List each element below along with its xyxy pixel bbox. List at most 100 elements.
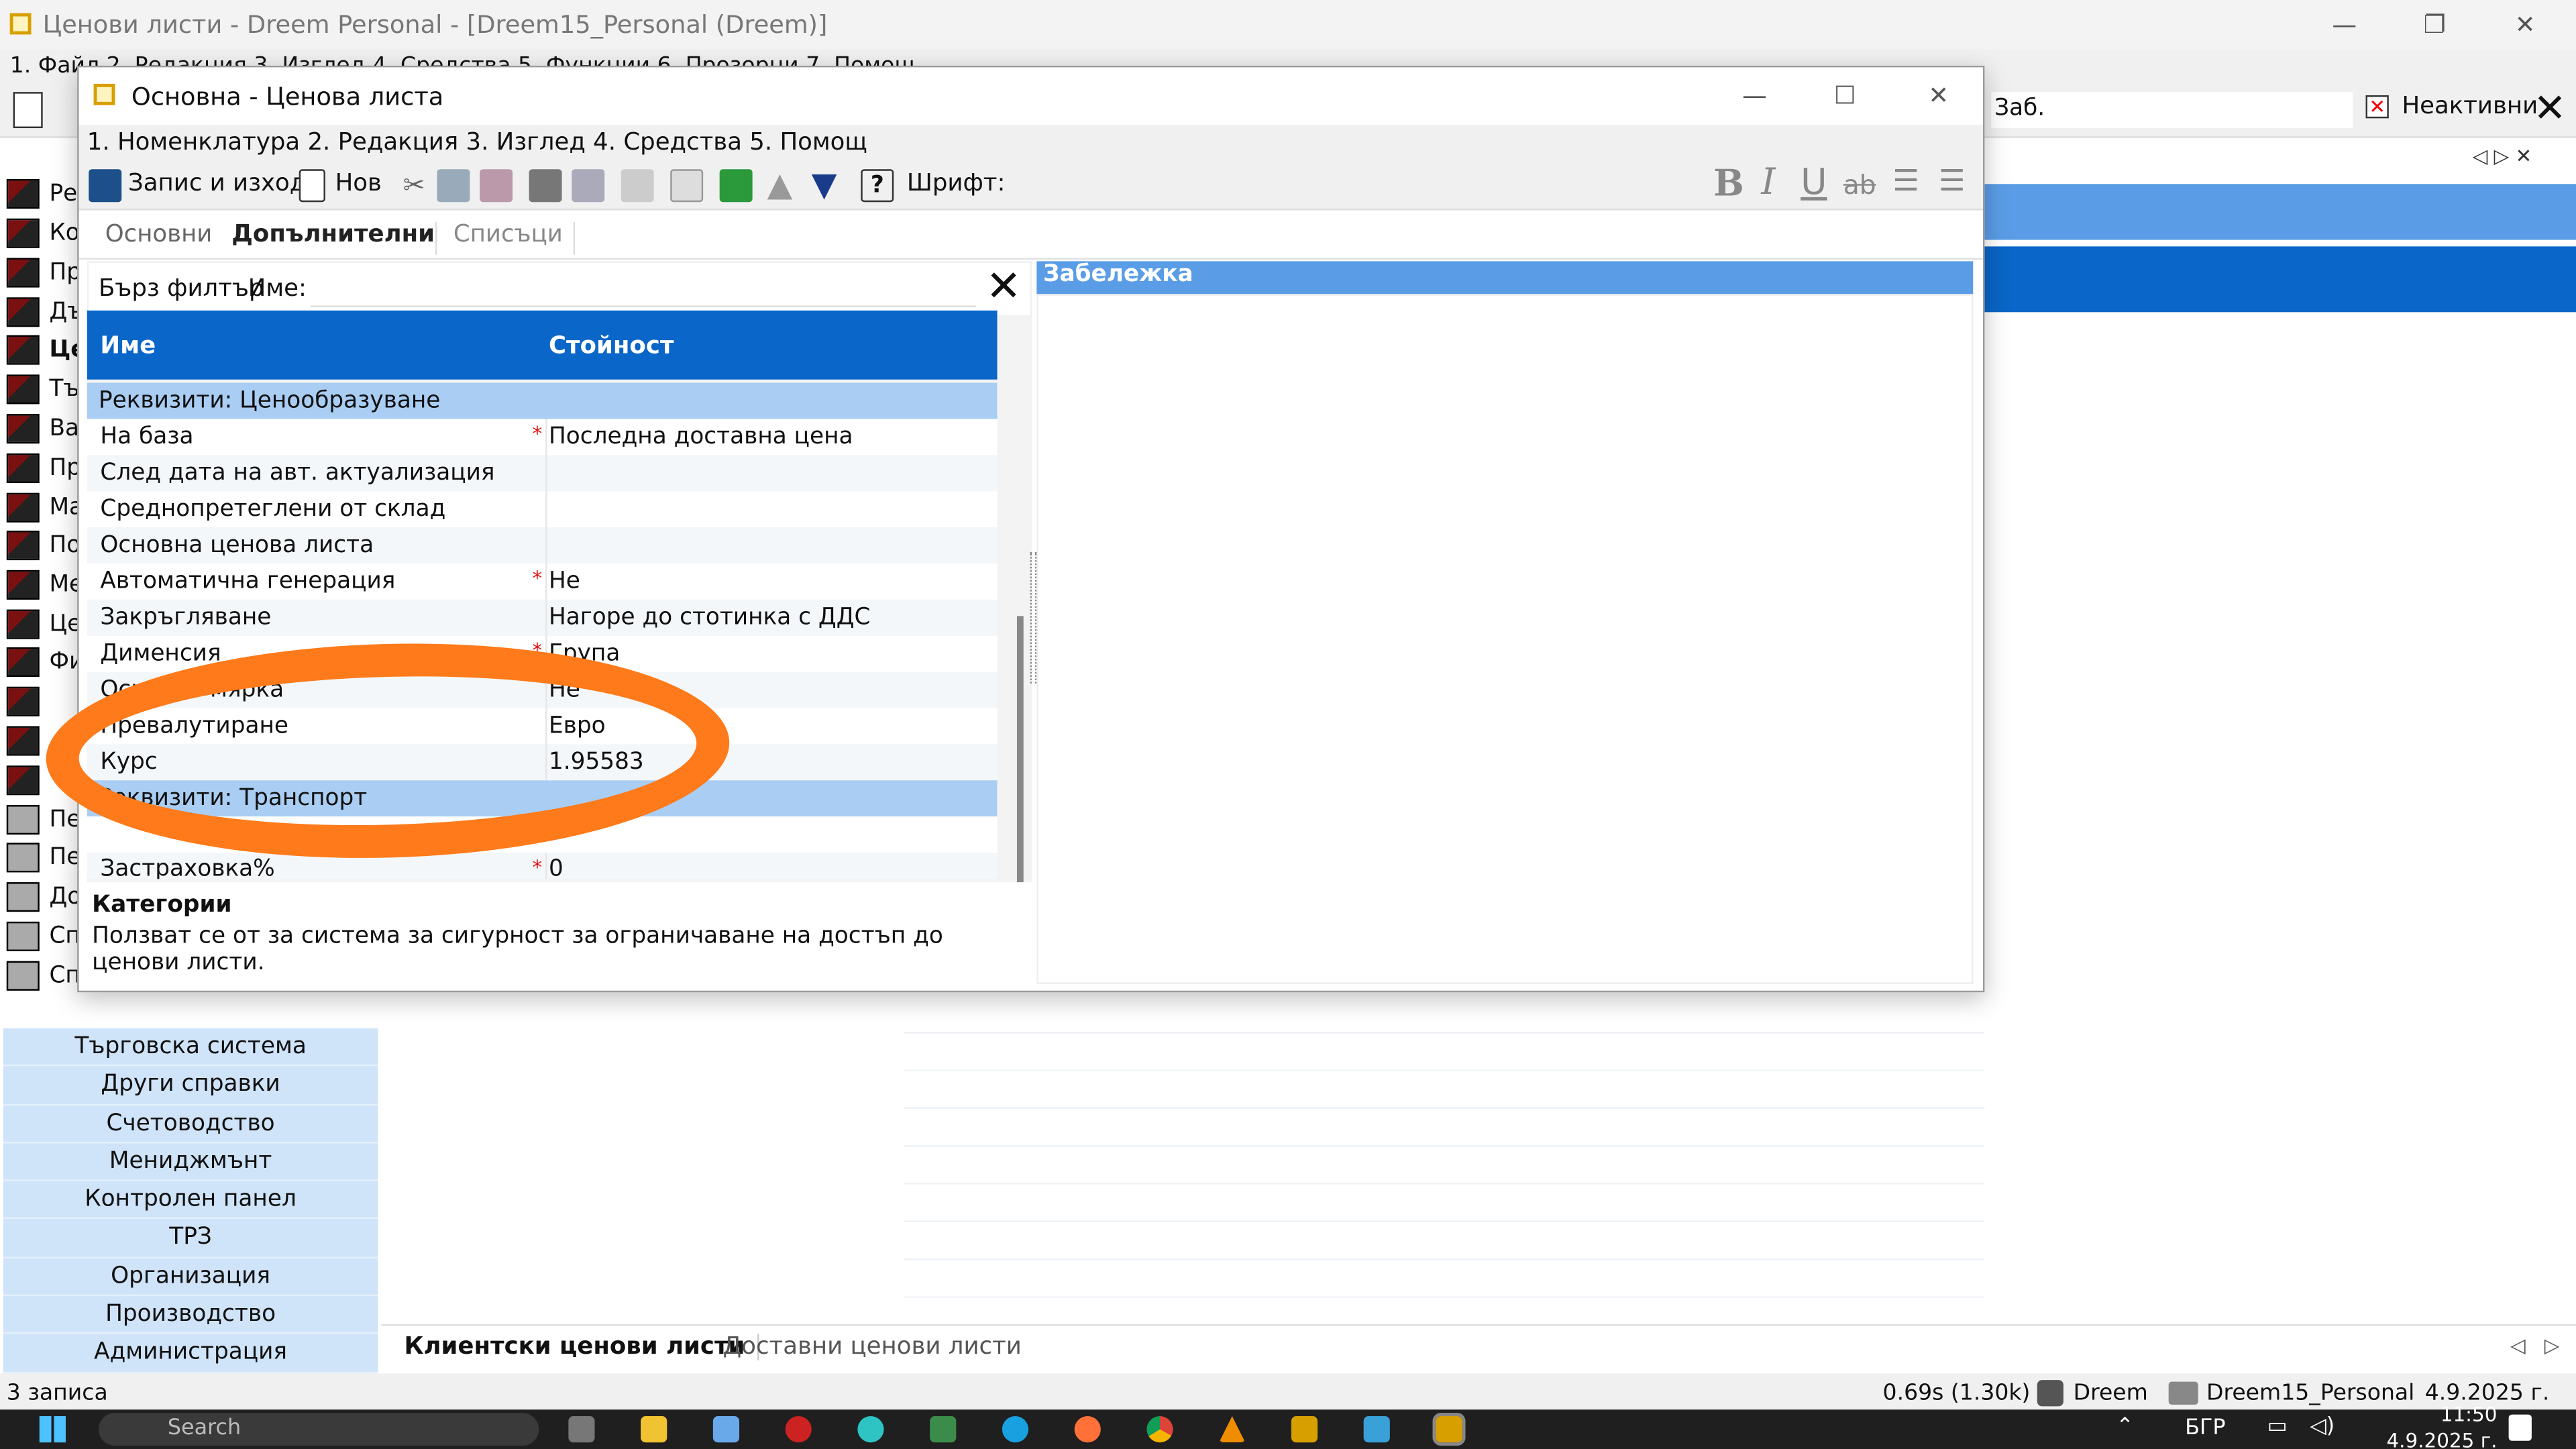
opera-icon[interactable] [785, 1416, 812, 1443]
nav-group-trade[interactable]: Търговска система [3, 1028, 378, 1067]
dialog-close-icon[interactable]: ✕ [1914, 77, 1963, 113]
restore-icon[interactable]: ❐ [2410, 7, 2459, 43]
task-view-icon[interactable] [568, 1416, 595, 1443]
print-icon[interactable] [529, 169, 562, 203]
nav-item[interactable]: Це [6, 606, 81, 643]
arrow-up-icon[interactable]: ▲ [767, 164, 793, 204]
inactive-label[interactable]: Неактивни [2402, 94, 2538, 120]
group-row-pricing[interactable]: Реквизити: Ценообразуване [87, 382, 998, 419]
edge-icon[interactable] [1002, 1416, 1029, 1443]
cut-icon[interactable]: ✂ [398, 169, 431, 202]
dreem-icon[interactable] [1291, 1416, 1318, 1443]
tab-lists[interactable]: Списъци [435, 221, 575, 255]
new-document-icon[interactable] [13, 92, 43, 129]
nav-item[interactable]: Ма [6, 490, 83, 526]
note-textarea[interactable] [1036, 294, 1974, 984]
nav-item[interactable]: Дъ [6, 294, 84, 330]
close-icon[interactable]: ✕ [2500, 7, 2549, 43]
dreem-active-icon[interactable] [1432, 1413, 1466, 1446]
refresh-icon[interactable] [719, 169, 753, 203]
search-field[interactable]: Заб. [1991, 92, 2353, 129]
print-preview-icon[interactable] [572, 169, 605, 203]
clock-time[interactable]: 11:50 [2382, 1403, 2498, 1426]
nav-item[interactable]: По [6, 527, 80, 564]
nav-group-accounting[interactable]: Счетоводство [3, 1105, 378, 1144]
copy-icon[interactable] [437, 169, 470, 203]
nav-item[interactable]: Тъ [6, 371, 80, 407]
nav-item[interactable]: Ва [6, 411, 79, 447]
dialog-minimize-icon[interactable]: — [1730, 77, 1779, 113]
table-row[interactable]: На база * Последна доставна цена [87, 419, 998, 455]
new-icon[interactable] [299, 169, 325, 203]
dialog-menu-text[interactable]: 1. Номенклатура 2. Редакция 3. Изглед 4.… [79, 129, 867, 156]
network-icon[interactable]: ▭ [2267, 1415, 2288, 1440]
remote-desktop-icon[interactable] [930, 1416, 957, 1443]
save-exit-button[interactable]: Запис и изход [128, 171, 306, 197]
help-icon[interactable]: ? [861, 169, 894, 203]
close-filter-icon[interactable]: ✕ [2533, 85, 2566, 131]
new-button[interactable]: Нов [335, 171, 382, 197]
taskbar-search[interactable]: Search [98, 1413, 539, 1446]
nav-group-production[interactable]: Производство [3, 1296, 378, 1335]
language-indicator[interactable]: БГР [2185, 1416, 2225, 1441]
tab-supply-price-lists[interactable]: Доставни ценови листи [723, 1334, 1022, 1360]
nav-item[interactable]: Фи [6, 644, 84, 680]
nav-item[interactable]: Ко [6, 215, 80, 252]
windows-start-icon[interactable] [39, 1416, 66, 1443]
table-row[interactable]: Среднопретеглени от склад [87, 491, 998, 528]
bold-icon[interactable]: B [1713, 162, 1744, 205]
nav-group-organization[interactable]: Организация [3, 1258, 378, 1297]
notepad-icon[interactable] [1363, 1416, 1390, 1443]
nav-group-reports[interactable]: Други справки [3, 1067, 378, 1106]
nav-item[interactable]: До [6, 879, 81, 915]
paste-icon[interactable] [480, 169, 513, 203]
vlc-icon[interactable] [1219, 1416, 1246, 1443]
table-row-partial[interactable]: Застраховка% * 0 [87, 853, 998, 879]
nav-item[interactable]: Пе [6, 839, 81, 875]
strikethrough-icon[interactable]: ab [1843, 169, 1876, 201]
table-row[interactable]: Автоматична генерация * Не [87, 564, 998, 600]
file-explorer-icon[interactable] [641, 1416, 667, 1443]
table-row[interactable]: Закръгляване Нагоре до стотинка с ДДС [87, 599, 998, 636]
nav-group-payroll[interactable]: ТРЗ [3, 1220, 378, 1258]
arrow-down-icon[interactable]: ▼ [812, 164, 837, 204]
tray-chevron-icon[interactable]: ⌃ [2116, 1415, 2134, 1440]
table-row[interactable]: След дата на авт. актуализация [87, 455, 998, 492]
nav-item[interactable]: Пе [6, 802, 81, 838]
nav-group-control-panel[interactable]: Контролен панел [3, 1181, 378, 1220]
nav-item[interactable] [6, 723, 50, 759]
volume-icon[interactable]: ◁) [2310, 1415, 2334, 1440]
nav-item[interactable]: Пр [6, 450, 81, 486]
underline-icon[interactable]: U [1801, 162, 1827, 203]
nav-item-selected[interactable]: Це [6, 332, 87, 368]
italic-icon[interactable]: I [1761, 162, 1775, 203]
clear-filter-icon[interactable]: ✕ [985, 263, 1021, 312]
table-row[interactable]: Основна ценова листа [87, 527, 998, 564]
tab-basic[interactable]: Основни [105, 222, 213, 255]
nav-item[interactable]: Ре [6, 176, 77, 212]
nav-item[interactable]: Ме [6, 567, 83, 603]
firefox-icon[interactable] [1074, 1416, 1101, 1443]
nav-item[interactable] [6, 684, 50, 720]
save-icon[interactable] [89, 169, 122, 203]
nav-arrows-icon[interactable]: ◁ ▷ ✕ [2473, 145, 2532, 168]
network-app-icon[interactable] [857, 1416, 884, 1443]
column-name-header[interactable]: Име [100, 333, 156, 360]
calculator-icon[interactable] [712, 1416, 740, 1443]
chrome-icon[interactable] [1146, 1416, 1173, 1443]
nav-item[interactable]: Сп [6, 918, 80, 955]
tab-scroll-arrows-icon[interactable]: ◁ ▷ [2510, 1334, 2559, 1357]
splitter-handle[interactable] [1030, 551, 1037, 684]
nav-group-administration[interactable]: Администрация [3, 1334, 378, 1373]
nav-item[interactable]: Сп [6, 958, 80, 994]
properties-icon[interactable] [621, 169, 654, 203]
dialog-maximize-icon[interactable]: ☐ [1820, 77, 1869, 113]
notifications-icon[interactable] [2508, 1414, 2532, 1441]
inactive-checkbox-icon[interactable]: ✕ [2365, 95, 2389, 119]
tab-additional[interactable]: Допълнителни [231, 222, 435, 255]
dialog-menu-bar[interactable]: 1. Номенклатура 2. Редакция 3. Изглед 4.… [78, 125, 1983, 162]
minimize-icon[interactable]: — [2320, 7, 2369, 43]
filter-name-input[interactable] [310, 271, 976, 307]
table-icon[interactable] [670, 169, 704, 203]
align-center-icon[interactable]: ☰ [1939, 164, 1966, 199]
